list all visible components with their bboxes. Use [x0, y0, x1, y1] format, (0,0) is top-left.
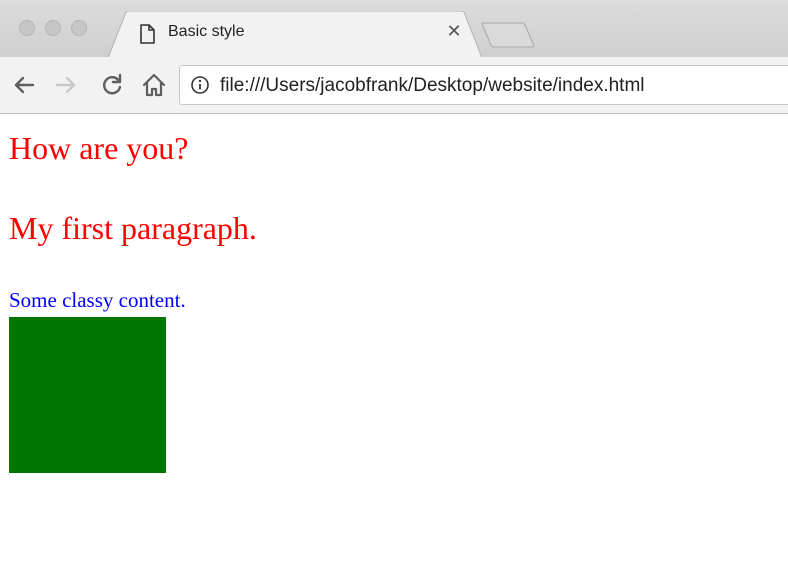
info-icon[interactable]: [190, 75, 210, 95]
classy-content: Some classy content.: [9, 288, 186, 312]
zoom-window-button[interactable]: [71, 20, 87, 36]
tab-close-icon[interactable]: ✕: [443, 21, 465, 43]
address-bar[interactable]: file:///Users/jacobfrank/Desktop/website…: [179, 65, 788, 105]
first-paragraph: My first paragraph.: [9, 210, 257, 246]
url-text: file:///Users/jacobfrank/Desktop/website…: [220, 75, 645, 96]
tab-strip: Basic style ✕: [0, 0, 788, 58]
home-icon[interactable]: [140, 71, 168, 99]
green-box: [9, 317, 166, 473]
browser-window: Basic style ✕ file:///Users/jacobfrank/D…: [0, 0, 788, 567]
toolbar: file:///Users/jacobfrank/Desktop/website…: [0, 57, 788, 114]
reload-icon[interactable]: [98, 71, 126, 99]
tab-shape: [108, 11, 482, 58]
document-icon: [139, 24, 155, 44]
back-arrow-icon[interactable]: [10, 71, 38, 99]
page-viewport: How are you? My first paragraph. Some cl…: [0, 114, 788, 567]
new-tab-button[interactable]: [480, 22, 536, 48]
tab-title: Basic style: [168, 23, 245, 40]
page-heading: How are you?: [9, 130, 189, 166]
tab-basic-style[interactable]: Basic style ✕: [108, 11, 482, 58]
forward-arrow-icon[interactable]: [52, 71, 80, 99]
minimize-window-button[interactable]: [45, 20, 61, 36]
close-window-button[interactable]: [19, 20, 35, 36]
